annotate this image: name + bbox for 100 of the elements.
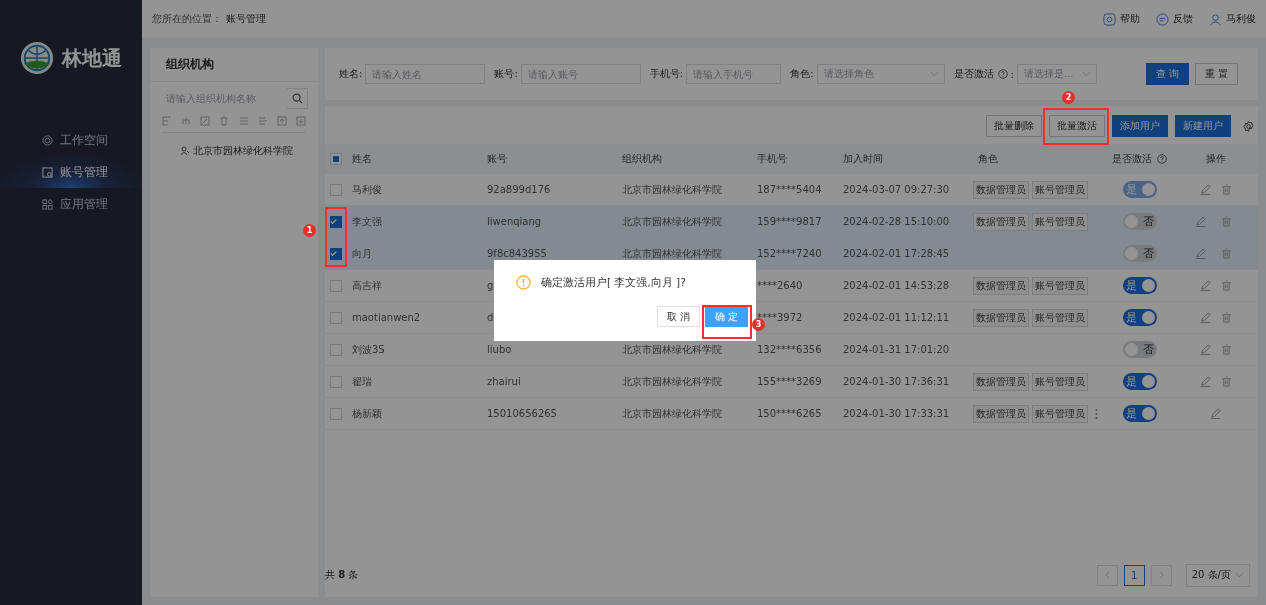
table-cell: 杨新颖 xyxy=(352,406,382,421)
dialog-message: 确定激活用户[ 李文强,向月 ]? xyxy=(541,275,686,290)
table-cell: 152****7240 xyxy=(757,248,822,259)
delete-icon[interactable] xyxy=(1220,344,1232,355)
edit-icon[interactable] xyxy=(1194,216,1206,227)
table-cell: 187****5404 xyxy=(757,184,822,195)
toolbar-button[interactable]: 新建用户 xyxy=(1175,115,1231,137)
app-name: 林地通 xyxy=(62,44,122,72)
toolbar-button[interactable]: 批量激活 xyxy=(1049,115,1105,137)
table-cell: 2024-01-30 17:33:31 xyxy=(843,408,950,419)
select-all-checkbox[interactable] xyxy=(330,153,342,165)
settings-icon[interactable] xyxy=(1242,119,1255,133)
top-link[interactable]: 反馈 xyxy=(1173,12,1193,26)
column-header: 是否激活 xyxy=(1112,152,1152,166)
active-toggle[interactable]: 是 xyxy=(1123,373,1157,390)
table-cell: 翟瑞 xyxy=(352,374,372,389)
edit-icon[interactable] xyxy=(200,116,211,126)
active-toggle[interactable]: 是 xyxy=(1123,405,1157,422)
help-icon xyxy=(1103,12,1116,26)
nav-item[interactable]: 工作空间 xyxy=(0,124,142,156)
active-toggle[interactable]: 否 xyxy=(1123,245,1157,262)
user-icon xyxy=(1209,12,1222,26)
edit-icon[interactable] xyxy=(1199,184,1211,195)
breadcrumb-current[interactable]: 账号管理 xyxy=(226,12,266,26)
reset-button[interactable]: 重 置 xyxy=(1194,63,1238,85)
active-toggle[interactable]: 是 xyxy=(1123,277,1157,294)
tree-item[interactable]: 北京市园林绿化科学院 xyxy=(193,144,293,158)
column-header: 姓名 xyxy=(352,152,372,166)
breadcrumb-label: 您所在的位置： xyxy=(152,12,222,26)
highlight-frame xyxy=(325,207,347,267)
active-toggle[interactable]: 是 xyxy=(1123,309,1157,326)
add-node-icon[interactable] xyxy=(162,116,172,126)
table-cell: 北京市园林绿化科学院 xyxy=(622,246,722,261)
delete-icon[interactable] xyxy=(1220,280,1232,291)
globe-logo-icon xyxy=(20,41,54,75)
table-cell: 高吉祥 xyxy=(352,278,382,293)
nav-item[interactable]: 应用管理 xyxy=(0,188,142,220)
edit-icon[interactable] xyxy=(1210,408,1221,419)
toolbar-button[interactable]: 批量删除 xyxy=(986,115,1042,137)
row-checkbox[interactable] xyxy=(330,215,342,228)
table-row[interactable]: 向月 9f8c843955 北京市园林绿化科学院 152****7240 2024-02-01 17:28:45 否 xyxy=(325,238,1258,270)
table-cell: 9f8c843955 xyxy=(487,248,547,259)
search-button[interactable] xyxy=(287,88,308,109)
column-header: 手机号 xyxy=(757,152,787,166)
user-name[interactable]: 马利俊 xyxy=(1226,12,1256,26)
top-link[interactable]: 帮助 xyxy=(1120,12,1140,26)
edit-icon[interactable] xyxy=(1194,248,1206,259)
edit-icon[interactable] xyxy=(1199,376,1211,387)
expand-icon[interactable] xyxy=(238,116,249,126)
filter-label: 是否激活 xyxy=(953,67,994,81)
page-button[interactable]: 1 xyxy=(1123,564,1145,586)
edit-icon[interactable] xyxy=(1199,312,1211,323)
table-row[interactable]: 李文强 liwenqiang 北京市园林绿化科学院 159****9817 2024-02-28 15:10:00 数据管理员 账号管理员 否 xyxy=(325,206,1258,238)
previous-page-button[interactable] xyxy=(1096,564,1118,586)
delete-icon[interactable] xyxy=(1220,312,1232,323)
table-cell: 北京市园林绿化科学院 xyxy=(622,182,722,197)
delete-icon[interactable] xyxy=(1220,248,1232,259)
role-tag: 数据管理员 xyxy=(973,180,1029,199)
chevron-down-icon xyxy=(1235,572,1244,578)
table-cell: 2024-02-01 14:53:28 xyxy=(843,280,950,291)
edit-icon[interactable] xyxy=(1199,280,1211,291)
active-toggle[interactable]: 否 xyxy=(1123,341,1157,358)
edit-icon[interactable] xyxy=(1199,344,1211,355)
column-header: 加入时间 xyxy=(843,152,883,166)
column-header: 账号 xyxy=(487,152,507,166)
tree-icon[interactable] xyxy=(181,116,192,126)
highlight-frame xyxy=(1043,108,1109,145)
role-tag: 账号管理员 xyxy=(1032,372,1088,391)
table-cell: 132****6356 xyxy=(757,344,822,355)
search-button[interactable]: 查 询 xyxy=(1145,63,1189,85)
page-size-select[interactable]: 20 条/页 xyxy=(1185,563,1250,587)
table-cell: 2024-01-30 17:36:31 xyxy=(843,376,950,387)
role-tag: 账号管理员 xyxy=(1032,180,1088,199)
row-checkbox[interactable] xyxy=(330,247,342,260)
collapse-icon[interactable] xyxy=(257,116,268,126)
table-row[interactable]: 翟瑞 zhairui 北京市园林绿化科学院 155****3269 2024-01-30 17:36:31 数据管理员 账号管理员 是 xyxy=(325,366,1258,398)
table-cell: 北京市园林绿化科学院 xyxy=(622,374,722,389)
nav-item[interactable]: 账号管理 xyxy=(0,156,142,188)
filter-label: 角色: xyxy=(790,67,814,81)
delete-icon[interactable] xyxy=(1220,184,1232,195)
delete-icon[interactable] xyxy=(1220,376,1232,387)
table-cell: 北京市园林绿化科学院 xyxy=(622,342,722,357)
delete-icon[interactable] xyxy=(219,116,230,126)
table-cell: liubo xyxy=(487,344,512,355)
table-row[interactable]: 杨新颖 15010656265 北京市园林绿化科学院 150****6265 2024-01-30 17:33:31 数据管理员 账号管理员 是 xyxy=(325,398,1258,430)
toolbar-button[interactable]: 添加用户 xyxy=(1112,115,1168,137)
role-tag: 数据管理员 xyxy=(973,372,1029,391)
more-icon[interactable] xyxy=(1094,407,1099,420)
move-down-icon[interactable] xyxy=(296,116,306,126)
confirm-button[interactable]: 确 定 xyxy=(704,306,748,327)
active-toggle[interactable]: 否 xyxy=(1123,213,1157,230)
table-cell: 北京市园林绿化科学院 xyxy=(622,406,722,421)
move-up-icon[interactable] xyxy=(276,116,287,126)
next-page-button[interactable] xyxy=(1150,564,1172,586)
table-cell: 2024-03-07 09:27:30 xyxy=(843,184,950,195)
filter-label: 手机号: xyxy=(649,67,684,81)
table-cell: zhairui xyxy=(487,376,521,387)
table-cell: ****2640 xyxy=(757,280,803,291)
delete-icon[interactable] xyxy=(1220,216,1232,227)
cancel-button[interactable]: 取 消 xyxy=(656,306,700,327)
